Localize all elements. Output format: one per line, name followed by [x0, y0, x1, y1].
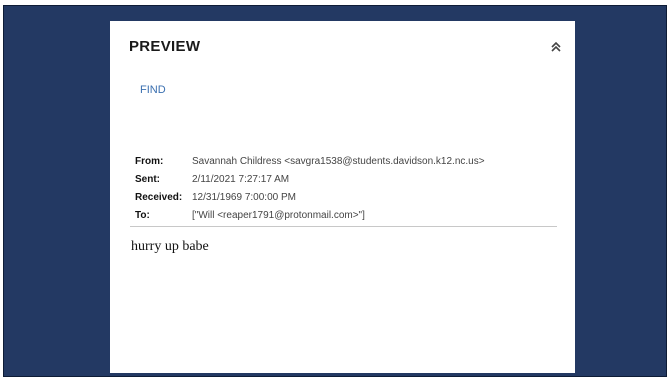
- received-label: Received:: [135, 192, 183, 203]
- preview-panel: PREVIEW FIND From: Savannah Childress <s…: [110, 21, 575, 373]
- find-link[interactable]: FIND: [140, 84, 166, 96]
- from-value: Savannah Childress <savgra1538@students.…: [192, 156, 485, 167]
- header-row-from: From: Savannah Childress <savgra1538@stu…: [135, 155, 485, 173]
- message-body: hurry up babe: [131, 239, 209, 254]
- from-label: From:: [135, 156, 164, 167]
- preview-title: PREVIEW: [129, 38, 201, 55]
- received-value: 12/31/1969 7:00:00 PM: [192, 192, 296, 203]
- background-frame: PREVIEW FIND From: Savannah Childress <s…: [3, 5, 667, 377]
- header-row-sent: Sent: 2/11/2021 7:27:17 AM: [135, 173, 485, 191]
- to-value: ["Will <reaper1791@protonmail.com>"]: [192, 210, 365, 221]
- email-headers: From: Savannah Childress <savgra1538@stu…: [135, 155, 485, 227]
- header-row-to: To: ["Will <reaper1791@protonmail.com>"]: [135, 209, 485, 227]
- header-row-received: Received: 12/31/1969 7:00:00 PM: [135, 191, 485, 209]
- sent-label: Sent:: [135, 174, 160, 185]
- sent-value: 2/11/2021 7:27:17 AM: [192, 174, 290, 185]
- chevron-double-up-icon: [551, 41, 561, 52]
- to-label: To:: [135, 210, 150, 221]
- header-divider: [130, 226, 557, 227]
- collapse-button[interactable]: [549, 40, 563, 54]
